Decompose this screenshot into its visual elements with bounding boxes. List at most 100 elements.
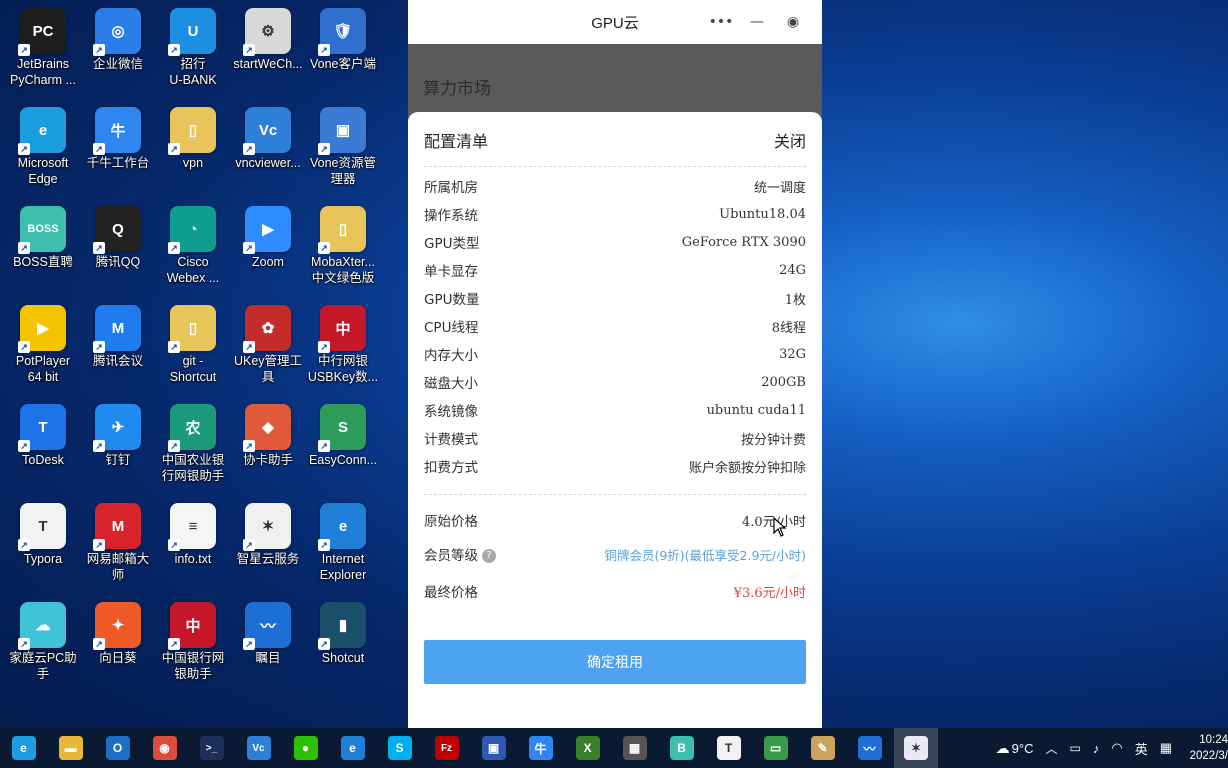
network-device-icon[interactable]: ▭: [1070, 741, 1081, 755]
icon-glyph: ✶: [261, 518, 275, 535]
taskbar-glyph: ✎: [810, 736, 835, 760]
desktop-icon[interactable]: BOSS ↗ BOSS直聘: [5, 202, 81, 270]
minimize-icon[interactable]: —: [746, 12, 768, 32]
desktop-icon[interactable]: Vc ↗ vncviewer...: [230, 103, 306, 171]
desktop-icon[interactable]: 〰 ↗ 瞩目: [230, 598, 306, 666]
remote-desktop-icon[interactable]: ▣: [481, 736, 506, 760]
desktop-icon-label: 腾讯QQ: [95, 255, 141, 269]
desktop-icon[interactable]: ◎ ↗ 企业微信: [80, 4, 156, 72]
chevron-up-icon[interactable]: ︿: [1045, 740, 1057, 757]
confirm-rent-button[interactable]: 确定租用: [424, 640, 806, 684]
desktop-icon[interactable]: ☁ ↗ 家庭云PC助 手: [5, 598, 81, 682]
desktop-icon[interactable]: Q ↗ 腾讯QQ: [80, 202, 156, 270]
desktop-icon-label: vncviewer...: [235, 156, 301, 170]
desktop-icon-label: Cisco Webex ...: [166, 255, 220, 285]
desktop-icon[interactable]: ▶ ↗ Zoom: [230, 202, 306, 270]
volume-icon[interactable]: ♪: [1093, 741, 1100, 756]
vnc-icon: Vc ↗: [243, 107, 291, 155]
shortcut-arrow-icon: ↗: [18, 341, 30, 353]
weather-temp[interactable]: 9°C: [1012, 741, 1034, 756]
desktop-icon[interactable]: ✿ ↗ UKey管理工 具: [230, 301, 306, 385]
powershell-icon[interactable]: >_: [199, 736, 224, 760]
desktop-icon[interactable]: ◆ ↗ 协卡助手: [230, 400, 306, 468]
boss-taskbar-icon[interactable]: B: [669, 736, 694, 760]
shortcut-arrow-icon: ↗: [318, 242, 330, 254]
wechat-icon[interactable]: ●: [293, 736, 318, 760]
desktop-icon-label: 向日葵: [99, 651, 137, 665]
zhumu-taskbar-icon[interactable]: 〰: [857, 736, 882, 760]
desktop-icon[interactable]: M ↗ 网易邮箱大 师: [80, 499, 156, 583]
boss-icon: BOSS ↗: [18, 206, 66, 254]
file-explorer-icon[interactable]: ▬: [58, 736, 83, 760]
member-level-row: 会员等级? 铜牌会员(9折)(最低享受2.9元/小时): [424, 544, 806, 565]
desktop-icon[interactable]: 中 ↗ 中行网银 USBKey数...: [305, 301, 381, 385]
desktop-icon[interactable]: T ↗ ToDesk: [5, 400, 81, 468]
help-icon[interactable]: ?: [482, 549, 496, 563]
ie-taskbar-icon[interactable]: e: [340, 736, 365, 760]
icon-glyph: ▯: [188, 122, 198, 139]
close-circle-icon[interactable]: ◉: [782, 12, 804, 32]
icon-glyph: ◎: [111, 23, 125, 40]
desktop-icon[interactable]: ▯ ↗ git - Shortcut: [155, 301, 231, 385]
taskbar-glyph: 〰: [857, 736, 882, 760]
desktop-icon[interactable]: 中 ↗ 中国银行网 银助手: [155, 598, 231, 682]
desktop-icon[interactable]: 🛡 ↗ Vone客户端: [305, 4, 381, 72]
gpu-cloud-taskbar-icon[interactable]: ✶: [894, 728, 938, 768]
desktop-icon[interactable]: M ↗ 腾讯会议: [80, 301, 156, 369]
divider: [424, 166, 806, 167]
desktop-icon[interactable]: ⚙ ↗ startWeCh...: [230, 4, 306, 72]
desktop-icon[interactable]: e ↗ Internet Explorer: [305, 499, 381, 583]
desktop-icon[interactable]: ▯ ↗ MobaXter... 中文绿色版: [305, 202, 381, 286]
desktop-icon[interactable]: T ↗ Typora: [5, 499, 81, 567]
icon-glyph: e: [338, 517, 348, 535]
member-level-label: 会员等级?: [424, 544, 496, 564]
desktop-icon[interactable]: 牛 ↗ 千牛工作台: [80, 103, 156, 171]
desktop-icon[interactable]: ▮ ↗ Shotcut: [305, 598, 381, 666]
presentation-icon[interactable]: ▭: [763, 736, 788, 760]
spec-label: 计费模式: [424, 432, 478, 448]
taskbar-glyph: e: [11, 736, 36, 760]
outlook-icon[interactable]: O: [105, 736, 130, 760]
skype-icon[interactable]: S: [387, 736, 412, 760]
photo-app-icon[interactable]: ▦: [622, 736, 647, 760]
shortcut-arrow-icon: ↗: [168, 341, 180, 353]
desktop-icon[interactable]: ▣ ↗ Vone资源管 理器: [305, 103, 381, 187]
desktop-icon[interactable]: 农 ↗ 中国农业银 行网银助手: [155, 400, 231, 484]
more-options-icon[interactable]: •••: [709, 12, 734, 32]
desktop-icon[interactable]: ✶ ↗ 智星云服务: [230, 499, 306, 567]
zhixing-icon: ✶ ↗: [243, 503, 291, 551]
desktop-icon[interactable]: ▶ ↗ PotPlayer 64 bit: [5, 301, 81, 385]
weather-cloud-icon[interactable]: ☁: [996, 740, 1010, 757]
spec-row: GPU数量 1枚: [424, 288, 806, 308]
desktop-icon[interactable]: ▯ ↗ vpn: [155, 103, 231, 171]
filezilla-icon[interactable]: Fz: [434, 736, 459, 760]
edge-icon: e ↗: [18, 107, 66, 155]
shield-app-icon: 🛡 ↗: [318, 8, 366, 56]
edge-taskbar-icon[interactable]: e: [11, 736, 36, 760]
desktop-icon[interactable]: ✈ ↗ 钉钉: [80, 400, 156, 468]
wifi-icon[interactable]: ◠: [1111, 740, 1122, 756]
desktop-icon[interactable]: ✦ ↗ 向日葵: [80, 598, 156, 666]
icon-glyph: ▯: [188, 320, 198, 337]
member-level-value[interactable]: 铜牌会员(9折)(最低享受2.9元/小时): [604, 545, 806, 564]
desktop-icon[interactable]: S ↗ EasyConn...: [305, 400, 381, 468]
keyboard-grid-icon[interactable]: ▦: [1160, 740, 1172, 756]
spec-value: 按分钟计费: [740, 432, 806, 448]
ime-indicator[interactable]: 英: [1135, 739, 1148, 758]
qianniu-taskbar-icon[interactable]: 牛: [528, 736, 553, 760]
clock[interactable]: 10:24 2022/3/: [1178, 732, 1228, 764]
paint-icon[interactable]: ✎: [810, 736, 835, 760]
desktop-icon[interactable]: ≡ ↗ info.txt: [155, 499, 231, 567]
vnc-taskbar-icon[interactable]: Vc: [246, 736, 271, 760]
xshell-icon[interactable]: X: [575, 736, 600, 760]
desktop-icon[interactable]: ◔ ↗ Cisco Webex ...: [155, 202, 231, 286]
chrome-icon[interactable]: ◉: [152, 736, 177, 760]
close-button[interactable]: 关闭: [774, 128, 806, 152]
taskbar-glyph: O: [105, 736, 130, 760]
typora-taskbar-icon[interactable]: T: [716, 736, 741, 760]
desktop-icon[interactable]: U ↗ 招行 U-BANK: [155, 4, 231, 88]
desktop-icon[interactable]: e ↗ Microsoft Edge: [5, 103, 81, 187]
desktop-icon[interactable]: PC ↗ JetBrains PyCharm ...: [5, 4, 81, 88]
shortcut-arrow-icon: ↗: [243, 143, 255, 155]
shortcut-arrow-icon: ↗: [93, 638, 105, 650]
